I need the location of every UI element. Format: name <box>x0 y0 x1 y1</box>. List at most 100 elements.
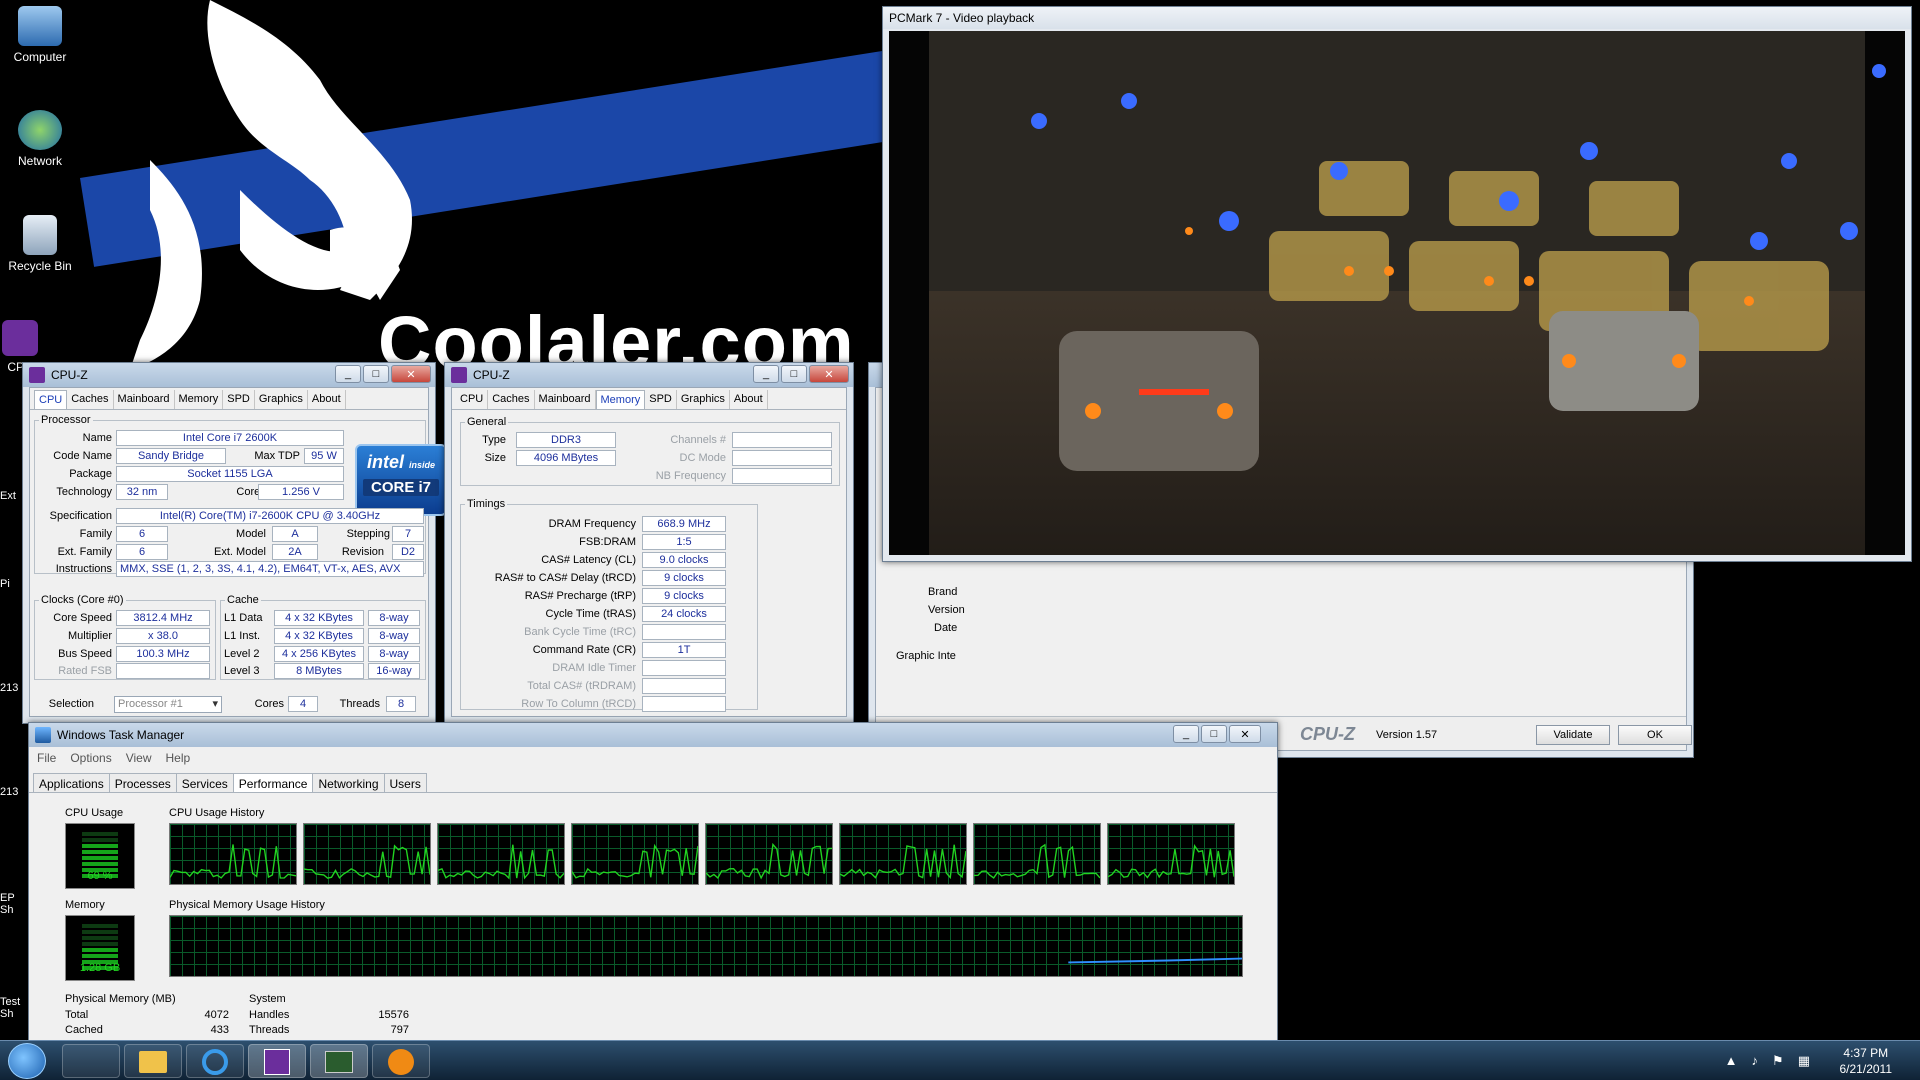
maximize-button[interactable]: □ <box>781 365 807 383</box>
tab-users[interactable]: Users <box>383 773 427 792</box>
taskbar-cpuz[interactable] <box>248 1044 306 1078</box>
ok-button[interactable]: OK <box>1618 725 1692 745</box>
timing-value <box>642 624 726 640</box>
task-manager-icon <box>325 1051 353 1073</box>
multiplier-label: Multiplier <box>67 630 112 642</box>
channels-value <box>732 432 832 448</box>
taskmgr-titlebar[interactable]: Windows Task Manager _ □ ✕ <box>29 723 1277 747</box>
validate-button[interactable]: Validate <box>1536 725 1610 745</box>
menu-help[interactable]: Help <box>166 751 191 765</box>
size-label: Size <box>484 452 506 464</box>
minimize-button[interactable]: _ <box>335 365 361 383</box>
model-label: Model <box>236 528 266 540</box>
menu-view[interactable]: View <box>126 751 152 765</box>
close-button[interactable]: ✕ <box>1229 725 1261 743</box>
taskbar-network-app[interactable] <box>62 1044 120 1078</box>
cpu-usage-value: 69 % <box>87 870 113 882</box>
maximize-button[interactable]: □ <box>1201 725 1227 743</box>
tab-services[interactable]: Services <box>175 773 234 792</box>
taskbar-task-manager[interactable] <box>310 1044 368 1078</box>
timing-label: RAS# to CAS# Delay (tRCD) <box>494 572 636 584</box>
menu-options[interactable]: Options <box>70 751 111 765</box>
corespeed-label: Core Speed <box>53 612 112 624</box>
video-playback-frame <box>889 31 1905 555</box>
network-tray-icon[interactable]: ▦ <box>1798 1053 1810 1069</box>
tab-about[interactable]: About <box>308 390 346 409</box>
cpu-history-label: CPU Usage History <box>169 807 265 819</box>
cpuz-window-2[interactable]: CPU-Z _ □ ✕ CPU Caches Mainboard Memory … <box>444 362 854 724</box>
desktop-icon-label: Network <box>17 154 62 168</box>
tab-graphics[interactable]: Graphics <box>255 390 308 409</box>
tab-memory[interactable]: Memory <box>595 390 646 409</box>
intel-core-i7-logo: intel inside CORE i7 <box>355 444 447 516</box>
channels-label: Channels # <box>670 434 726 446</box>
nbfrequency-label: NB Frequency <box>655 470 726 482</box>
taskbar-clock[interactable]: 4:37 PM 6/21/2011 <box>1840 1045 1893 1077</box>
window-title: CPU-Z <box>473 368 510 382</box>
volume-icon[interactable]: ♪ <box>1752 1053 1759 1069</box>
tab-mainboard[interactable]: Mainboard <box>535 390 596 409</box>
desktop-clipped-label[interactable]: 213 <box>0 786 30 798</box>
desktop-clipped-label[interactable]: Test Sh <box>0 996 30 1020</box>
cpuz2-titlebar[interactable]: CPU-Z _ □ ✕ <box>445 363 853 387</box>
processor-select[interactable]: Processor #1 ▾ <box>114 696 222 713</box>
menu-file[interactable]: File <box>37 751 56 765</box>
close-button[interactable]: ✕ <box>809 365 849 383</box>
taskbar-internet-explorer[interactable] <box>186 1044 244 1078</box>
action-center-flag-icon[interactable]: ⚑ <box>1772 1053 1784 1069</box>
tab-cpu[interactable]: CPU <box>34 390 68 409</box>
show-hidden-icons-icon[interactable]: ▲ <box>1725 1053 1738 1069</box>
cpu-core-history-graph <box>303 823 431 885</box>
timing-label: RAS# Precharge (tRP) <box>524 590 636 602</box>
memory-meter: 1.28 GB <box>65 915 135 981</box>
taskmgr-menubar: File Options View Help <box>29 747 1277 767</box>
meter-segment <box>82 838 118 842</box>
tab-cpu[interactable]: CPU <box>456 390 489 409</box>
tab-networking[interactable]: Networking <box>312 773 385 792</box>
tab-performance[interactable]: Performance <box>232 773 314 792</box>
desktop-clipped-label[interactable]: EP Sh <box>0 892 30 916</box>
timing-value <box>642 678 726 694</box>
tab-about[interactable]: About <box>730 390 768 409</box>
computer-desktop-icon[interactable]: Computer <box>0 6 80 64</box>
taskbar-explorer[interactable] <box>124 1044 182 1078</box>
minimize-button[interactable]: _ <box>1173 725 1199 743</box>
internet-explorer-icon <box>202 1049 228 1075</box>
minimize-button[interactable]: _ <box>753 365 779 383</box>
extfamily-value: 6 <box>116 544 168 560</box>
tab-applications[interactable]: Applications <box>33 773 110 792</box>
timing-label: Total CAS# (tRDRAM) <box>527 680 636 692</box>
start-button[interactable] <box>8 1043 46 1079</box>
tab-spd[interactable]: SPD <box>223 390 255 409</box>
level2-value: 4 x 256 KBytes <box>274 646 364 662</box>
system-tray: ▲ ♪ ⚑ ▦ <box>1725 1053 1810 1069</box>
close-button[interactable]: ✕ <box>391 365 431 383</box>
cpu-core-history-graph <box>437 823 565 885</box>
cpuz1-titlebar[interactable]: CPU-Z _ □ ✕ <box>23 363 435 387</box>
recycle-bin-desktop-icon[interactable]: Recycle Bin <box>0 215 80 273</box>
cache-legend: Cache <box>227 594 259 606</box>
tab-spd[interactable]: SPD <box>645 390 677 409</box>
tab-caches[interactable]: Caches <box>67 390 114 409</box>
network-desktop-icon[interactable]: Network <box>0 110 80 168</box>
level3-way: 16-way <box>368 663 420 679</box>
cpuz-window-1[interactable]: CPU-Z _ □ ✕ CPU Caches Mainboard Memory … <box>22 362 447 724</box>
clock-time: 4:37 PM <box>1843 1046 1889 1060</box>
pcmark-titlebar[interactable]: PCMark 7 - Video playback <box>883 7 1911 29</box>
tab-processes[interactable]: Processes <box>108 773 177 792</box>
meter-segment <box>82 832 118 836</box>
video-scene-night-traffic <box>929 31 1886 555</box>
task-manager-window[interactable]: Windows Task Manager _ □ ✕ File Options … <box>28 722 1278 1044</box>
chevron-down-icon: ▾ <box>212 698 218 710</box>
taskbar: ▲ ♪ ⚑ ▦ 4:37 PM 6/21/2011 <box>0 1040 1920 1080</box>
taskbar-pcmark[interactable] <box>372 1044 430 1078</box>
tab-graphics[interactable]: Graphics <box>677 390 730 409</box>
tab-caches[interactable]: Caches <box>488 390 535 409</box>
level3-label: Level 3 <box>224 665 260 677</box>
pcmark-window[interactable]: PCMark 7 - Video playback <box>882 6 1912 562</box>
instructions-value: MMX, SSE (1, 2, 3, 3S, 4.1, 4.2), EM64T,… <box>116 561 424 577</box>
system-label: System <box>249 993 286 1005</box>
tab-memory[interactable]: Memory <box>175 390 224 409</box>
maximize-button[interactable]: □ <box>363 365 389 383</box>
tab-mainboard[interactable]: Mainboard <box>114 390 175 409</box>
